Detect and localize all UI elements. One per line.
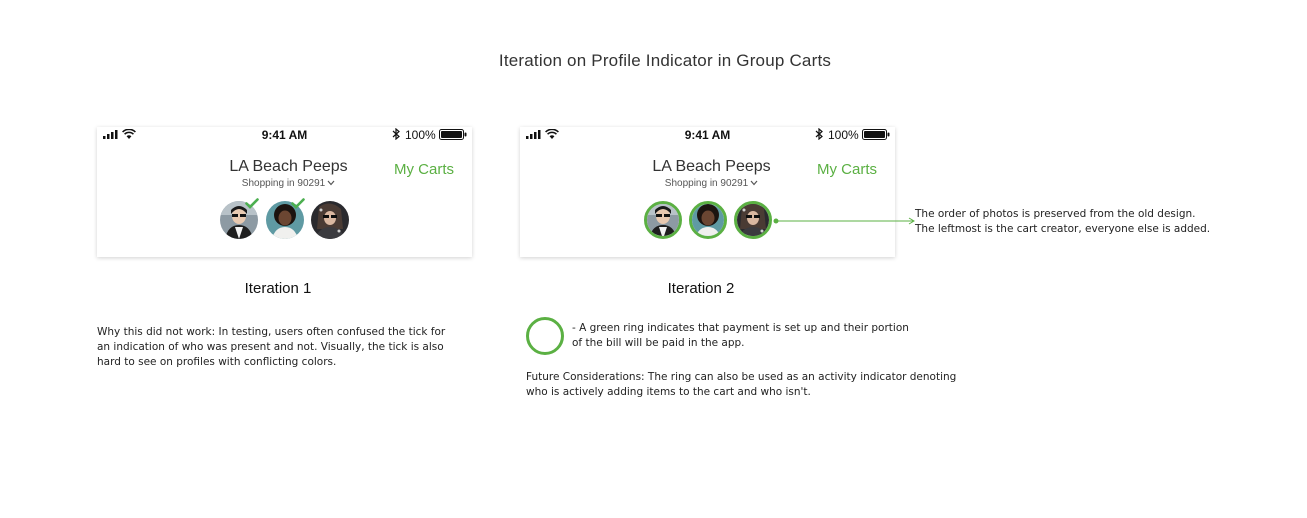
- page-title: Iteration on Profile Indicator in Group …: [498, 51, 832, 70]
- chevron-down-icon: [750, 180, 758, 186]
- profile-photo: [647, 204, 679, 236]
- status-bar: 9:41 AM 100%: [97, 127, 472, 143]
- photo-order-annotation: The order of photos is preserved from th…: [915, 207, 1295, 237]
- legend-line: of the bill will be paid in the app.: [572, 337, 745, 349]
- future-considerations-note: Future Considerations: The ring can also…: [526, 370, 986, 400]
- tick-icon: [291, 198, 305, 209]
- future-line: Future Considerations: The ring can also…: [526, 371, 957, 383]
- my-carts-link[interactable]: My Carts: [394, 161, 454, 178]
- location-selector[interactable]: Shopping in 90291: [520, 178, 903, 189]
- avatar-member-3[interactable]: [311, 201, 349, 239]
- tick-icon: [245, 198, 259, 209]
- profile-photo: [737, 204, 769, 236]
- status-bar: 9:41 AM 100%: [520, 127, 895, 143]
- bluetooth-icon: [392, 128, 400, 140]
- chevron-down-icon: [327, 180, 335, 186]
- green-ring-legend-icon: [526, 317, 564, 355]
- avatar-member-2-ringed[interactable]: [689, 201, 727, 239]
- green-ring-legend-text: - A green ring indicates that payment is…: [572, 321, 932, 351]
- annotation-line: The leftmost is the cart creator, everyo…: [915, 223, 1211, 235]
- profile-photo: [692, 204, 724, 236]
- battery-percent: 100%: [828, 128, 859, 142]
- battery-icon: [862, 129, 890, 140]
- battery-icon: [439, 129, 467, 140]
- avatar-member-1-ringed[interactable]: [644, 201, 682, 239]
- annotation-connector-line: [773, 217, 915, 225]
- future-line: who is actively adding items to the cart…: [526, 386, 811, 398]
- iteration-2-phone-mockup: 9:41 AM 100% LA Beach Peeps Shopping in …: [520, 127, 895, 257]
- location-label: Shopping in 90291: [241, 178, 326, 189]
- profile-photo: [311, 201, 349, 239]
- annotation-line: The order of photos is preserved from th…: [915, 208, 1196, 220]
- avatar-member-3-ringed[interactable]: [734, 201, 772, 239]
- legend-line: - A green ring indicates that payment is…: [572, 322, 909, 334]
- location-selector[interactable]: Shopping in 90291: [97, 178, 480, 189]
- iteration-1-note: Why this did not work: In testing, users…: [97, 326, 446, 368]
- location-label: Shopping in 90291: [664, 178, 749, 189]
- iteration-1-label: Iteration 1: [244, 280, 312, 297]
- iteration-2-label: Iteration 2: [667, 280, 735, 297]
- bluetooth-icon: [815, 128, 823, 140]
- battery-percent: 100%: [405, 128, 436, 142]
- iteration-1-phone-mockup: 9:41 AM 100% LA Beach Peeps Shopping in …: [97, 127, 472, 257]
- my-carts-link[interactable]: My Carts: [817, 161, 877, 178]
